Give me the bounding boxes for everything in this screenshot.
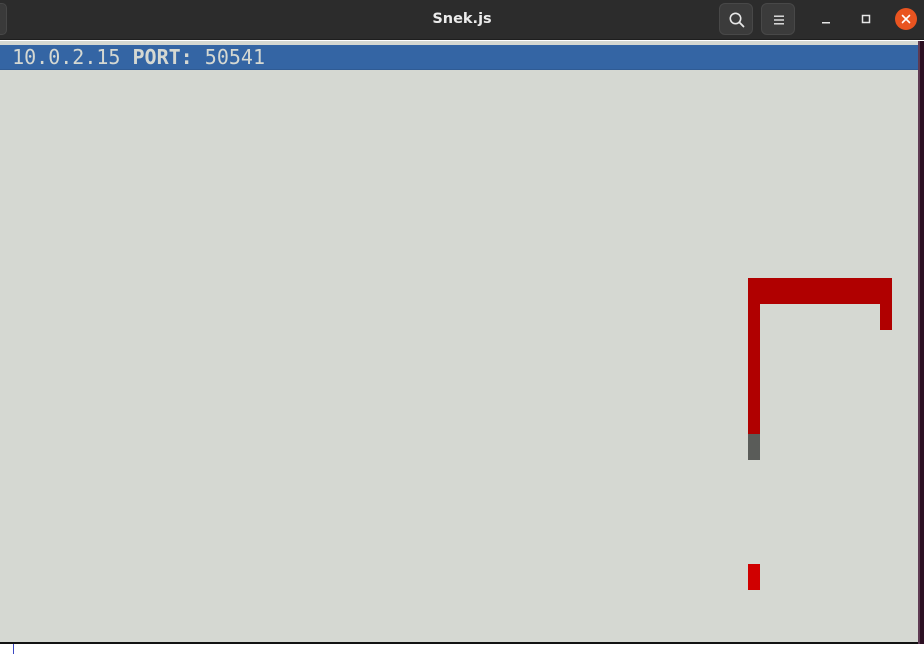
game-board xyxy=(0,41,918,643)
snake-body-left xyxy=(748,304,760,434)
port-label: PORT: xyxy=(132,45,193,69)
minimize-button[interactable] xyxy=(815,8,837,30)
close-icon xyxy=(901,14,911,24)
port-value: 50541 xyxy=(204,45,265,69)
host-value: 10.0.2.15 xyxy=(12,45,121,69)
maximize-button[interactable] xyxy=(855,8,877,30)
desktop-bottom-strip xyxy=(0,644,924,654)
close-button[interactable] xyxy=(895,8,917,30)
window-right-border xyxy=(918,41,924,654)
window-titlebar: Snek.js xyxy=(0,0,924,40)
connection-status-bar: : 10.0.2.15 PORT: 50541 xyxy=(0,45,918,70)
menu-button[interactable] xyxy=(761,3,795,35)
search-icon xyxy=(729,12,745,28)
search-button[interactable] xyxy=(719,3,753,35)
desktop-bottom-marker xyxy=(13,644,14,654)
snake-body-top xyxy=(748,278,892,304)
food-pellet xyxy=(748,564,760,590)
snake-tail xyxy=(748,434,760,460)
snake-head xyxy=(880,304,892,330)
maximize-icon xyxy=(861,14,871,24)
status-line: : 10.0.2.15 PORT: 50541 xyxy=(0,45,265,69)
minimize-icon xyxy=(822,22,830,24)
hamburger-menu-icon xyxy=(774,15,784,25)
